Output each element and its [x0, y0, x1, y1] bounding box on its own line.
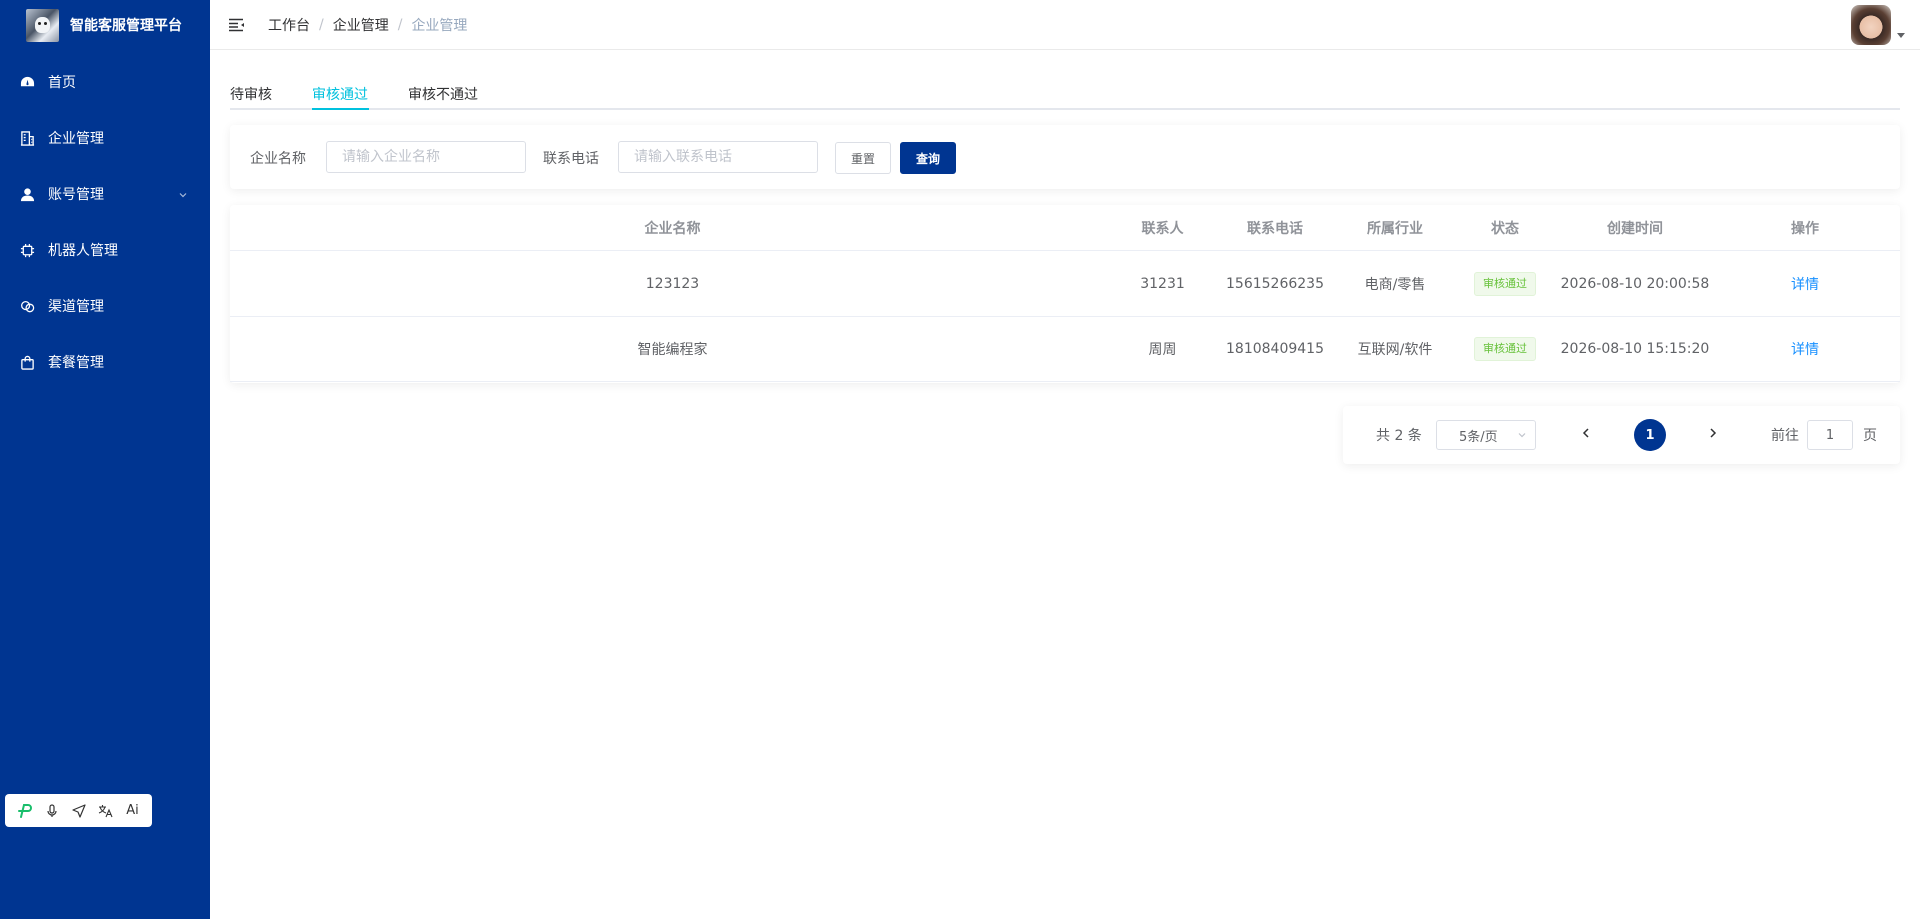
sidebar-item-label: 机器人管理: [48, 243, 118, 259]
column-header-company: 企业名称: [644, 220, 701, 237]
cell-industry: 电商/零售: [1364, 277, 1426, 293]
tab-pending[interactable]: 待审核: [230, 80, 272, 110]
breadcrumb-item-enterprise[interactable]: 企业管理: [333, 15, 389, 35]
cell-phone: 15615266235: [1226, 276, 1324, 292]
channel-icon: [20, 299, 35, 314]
page-number-current[interactable]: 1: [1634, 419, 1666, 451]
translate-icon[interactable]: [96, 801, 116, 821]
cell-action: 详情: [1710, 317, 1900, 381]
cell-created: 2026-08-10 15:15:20: [1560, 341, 1710, 357]
company-name-input[interactable]: [326, 141, 526, 173]
breadcrumb-separator: /: [319, 16, 324, 33]
next-page-button[interactable]: [1703, 423, 1723, 443]
sidebar-item-channel[interactable]: 渠道管理: [0, 278, 210, 334]
cell-phone: 18108409415: [1226, 341, 1324, 357]
sidebar-item-home[interactable]: 首页: [0, 54, 210, 110]
cell-action: 详情: [1710, 252, 1900, 316]
active-tab-indicator: [312, 108, 369, 110]
status-badge: 审核通过: [1474, 272, 1536, 296]
chip-icon: [20, 243, 35, 258]
chevron-right-icon: [1710, 428, 1717, 438]
table-row: 123123 31231 15615266235 电商/零售 审核通过 2026…: [230, 252, 1900, 317]
phone-label: 联系电话: [543, 151, 599, 167]
table-header: 企业名称 联系人 联系电话 所属行业 状态 创建时间 操作: [230, 205, 1900, 251]
page-size-value: 5条/页: [1459, 429, 1498, 445]
search-form: 企业名称 联系电话 重置 查询: [230, 125, 1900, 189]
pagination: 共 2 条 5条/页 1 前往 页: [1343, 406, 1900, 464]
query-button[interactable]: 查询: [900, 142, 956, 174]
ai-icon[interactable]: Ai: [123, 801, 143, 821]
pagination-total: 共 2 条: [1376, 428, 1422, 444]
cell-company: 123123: [645, 276, 700, 292]
cell-contact: 周周: [1148, 342, 1177, 358]
brand-p-icon[interactable]: [15, 801, 35, 821]
column-header-contact: 联系人: [1141, 220, 1184, 237]
cell-company: 智能编程家: [637, 342, 708, 358]
floating-toolbar: Ai: [5, 794, 152, 827]
column-header-industry: 所属行业: [1367, 220, 1423, 237]
cell-created: 2026-08-10 20:00:58: [1560, 276, 1710, 292]
caret-down-icon[interactable]: [1897, 33, 1905, 38]
reset-button[interactable]: 重置: [835, 142, 891, 174]
goto-label: 前往: [1771, 428, 1799, 444]
cell-status: 审核通过: [1450, 317, 1560, 381]
bag-icon: [20, 355, 35, 370]
detail-link[interactable]: 详情: [1791, 339, 1819, 359]
sidebar-item-label: 渠道管理: [48, 299, 104, 315]
sidebar-item-account[interactable]: 账号管理: [0, 166, 210, 222]
sidebar-item-label: 企业管理: [48, 131, 104, 147]
page-unit-label: 页: [1863, 428, 1877, 444]
prev-page-button[interactable]: [1576, 423, 1596, 443]
sidebar-item-label: 首页: [48, 75, 76, 91]
sidebar-item-package[interactable]: 套餐管理: [0, 334, 210, 390]
tab-rejected[interactable]: 审核不通过: [408, 80, 478, 110]
cell-status: 审核通过: [1450, 252, 1560, 316]
cell-industry: 互联网/软件: [1357, 342, 1433, 358]
sidebar: 智能客服管理平台 首页 企业管理 账号管理 机器人管理 渠道管理 套餐管理 Ai: [0, 0, 210, 919]
column-header-status: 状态: [1491, 220, 1519, 237]
column-header-action: 操作: [1791, 220, 1819, 237]
sidebar-item-robot[interactable]: 机器人管理: [0, 222, 210, 278]
breadcrumb-current: 企业管理: [411, 17, 468, 34]
menu-toggle-icon[interactable]: [227, 16, 245, 34]
user-icon: [20, 187, 35, 202]
chevron-left-icon: [1582, 428, 1589, 438]
status-badge: 审核通过: [1474, 337, 1536, 361]
phone-input[interactable]: [618, 141, 818, 173]
table-row: 智能编程家 周周 18108409415 互联网/软件 审核通过 2026-08…: [230, 317, 1900, 382]
send-icon[interactable]: [69, 801, 89, 821]
app-title: 智能客服管理平台: [70, 18, 182, 34]
top-header: 工作台 / 企业管理 / 企业管理: [210, 0, 1920, 50]
logo-image: [26, 8, 59, 42]
breadcrumb-item-workbench[interactable]: 工作台: [268, 15, 310, 35]
company-name-label: 企业名称: [250, 151, 306, 167]
page-size-select[interactable]: 5条/页: [1436, 420, 1536, 450]
microphone-icon[interactable]: [42, 801, 62, 821]
cell-contact: 31231: [1140, 276, 1185, 292]
avatar[interactable]: [1851, 5, 1891, 45]
dashboard-icon: [20, 75, 35, 90]
breadcrumb: 工作台 / 企业管理 / 企业管理: [268, 15, 467, 35]
sidebar-menu: 首页 企业管理 账号管理 机器人管理 渠道管理 套餐管理: [0, 54, 210, 390]
tab-approved[interactable]: 审核通过: [312, 80, 368, 110]
goto-page-input[interactable]: [1807, 420, 1853, 450]
sidebar-item-enterprise[interactable]: 企业管理: [0, 110, 210, 166]
enterprise-table: 企业名称 联系人 联系电话 所属行业 状态 创建时间 操作 123123 312…: [230, 205, 1900, 383]
chevron-down-icon: [178, 188, 188, 204]
breadcrumb-separator: /: [397, 16, 403, 33]
logo-bar: 智能客服管理平台: [0, 0, 210, 50]
building-icon: [20, 130, 35, 146]
detail-link[interactable]: 详情: [1791, 274, 1819, 294]
sidebar-item-label: 套餐管理: [48, 355, 104, 371]
tab-bar: 待审核 审核通过 审核不通过: [230, 80, 1900, 110]
column-header-phone: 联系电话: [1247, 220, 1303, 237]
chevron-down-icon: [1517, 429, 1527, 444]
sidebar-item-label: 账号管理: [48, 187, 104, 203]
column-header-created: 创建时间: [1607, 220, 1663, 237]
